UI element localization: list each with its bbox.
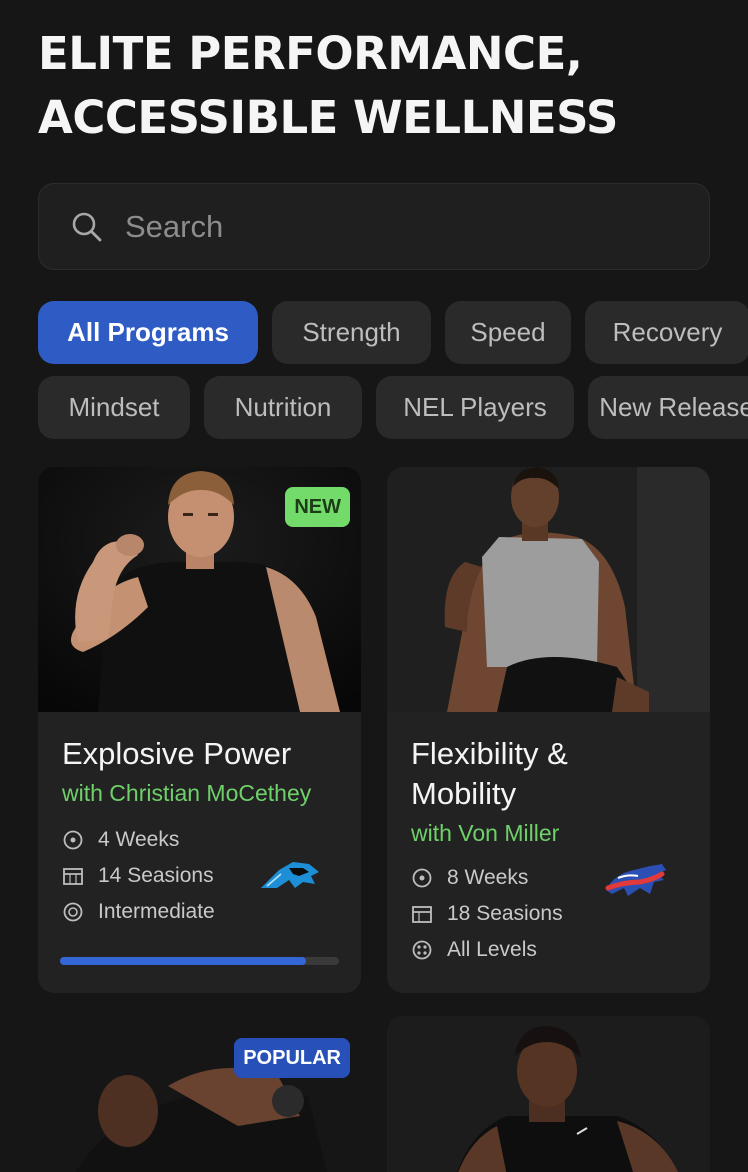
progress-bar: [60, 957, 339, 965]
program-duration: 4 Weeks: [98, 828, 180, 851]
program-duration: 8 Weeks: [447, 866, 529, 889]
program-meta: 4 Weeks 14 Seasions Intermediate: [62, 822, 337, 930]
filter-row-2: Mindset Nutrition NEL Players New Releas…: [38, 376, 748, 439]
search-input[interactable]: Search: [125, 209, 223, 245]
calendar-icon: [63, 868, 83, 885]
program-title: Flexibility & Mobility: [411, 736, 568, 811]
page-title: ELITE PERFORMANCE, ACCESSIBLE WELLNESS: [38, 27, 618, 144]
program-card-flexibility-mobility[interactable]: Flexibility & Mobility with Von Miller 8…: [387, 467, 710, 993]
program-card-explosive-power[interactable]: NEW Explosive Power with Christian MoCet…: [38, 467, 361, 993]
filter-row-1: All Programs Strength Speed Recovery: [38, 301, 748, 364]
calendar-icon: [412, 906, 432, 923]
program-sessions: 14 Seasions: [98, 864, 214, 887]
search-bar[interactable]: Search: [38, 183, 710, 270]
program-level: Intermediate: [98, 900, 215, 923]
program-sessions: 18 Seasions: [447, 902, 563, 925]
panther-logo: [261, 862, 319, 888]
clock-icon: [63, 830, 83, 850]
filter-chip-nutrition[interactable]: Nutrition: [204, 376, 362, 439]
program-card-4[interactable]: [387, 1016, 710, 1172]
program-photo: [387, 1016, 710, 1172]
program-card-3[interactable]: POPULAR: [38, 1016, 361, 1172]
program-meta: 8 Weeks 18 Seasions All Levels: [411, 860, 686, 968]
program-photo: POPULAR: [38, 1016, 361, 1172]
program-photo: [387, 467, 710, 712]
program-coach: with Christian MoCethey: [62, 780, 312, 806]
filter-chip-mindset[interactable]: Mindset: [38, 376, 190, 439]
target-icon: [63, 902, 83, 922]
clock-icon: [412, 868, 432, 888]
levels-icon: [412, 940, 432, 960]
popular-badge: POPULAR: [234, 1038, 350, 1078]
program-coach: with Von Miller: [411, 820, 560, 846]
search-icon: [72, 212, 102, 241]
filter-chip-new-releases[interactable]: New Releases: [588, 376, 748, 439]
filter-chip-recovery[interactable]: Recovery: [585, 301, 748, 364]
new-badge: NEW: [285, 487, 350, 527]
filter-chip-strength[interactable]: Strength: [272, 301, 431, 364]
filter-chip-speed[interactable]: Speed: [445, 301, 571, 364]
bison-logo: [605, 864, 666, 896]
program-title: Explosive Power: [62, 736, 292, 771]
filter-chip-all-programs[interactable]: All Programs: [38, 301, 258, 364]
program-photo: NEW: [38, 467, 361, 712]
progress-fill: [60, 957, 306, 965]
filter-chip-nel-players[interactable]: NEL Players: [376, 376, 574, 439]
program-level: All Levels: [447, 938, 537, 961]
